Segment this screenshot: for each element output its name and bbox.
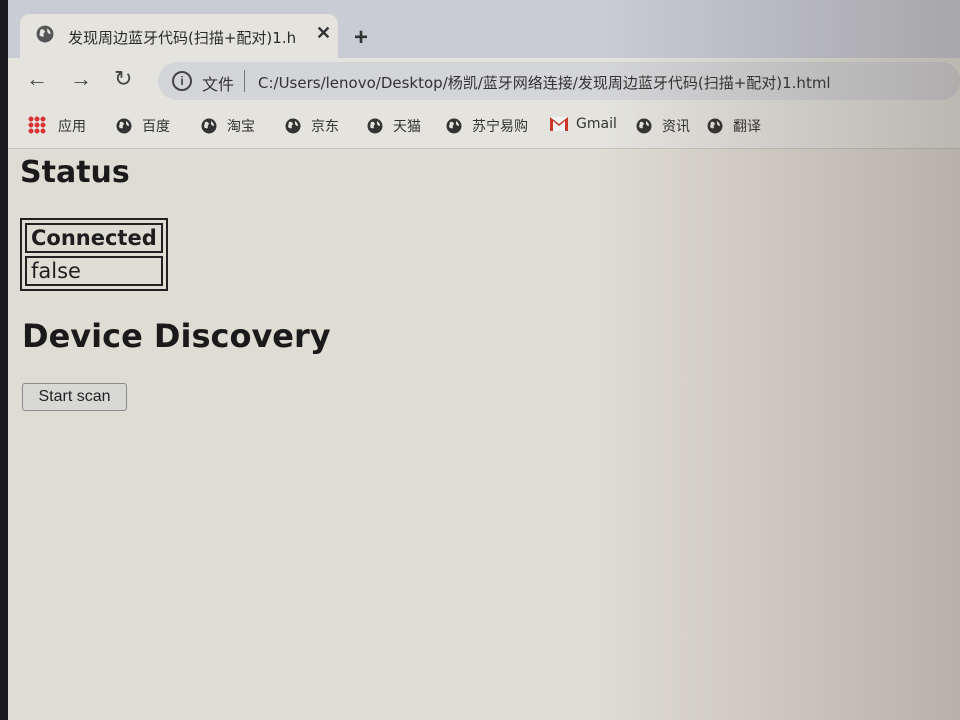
bookmark-label: 翻译 xyxy=(733,119,761,135)
scheme-label: 文件 xyxy=(202,75,235,94)
bookmark-label: 资讯 xyxy=(662,119,690,135)
new-tab-button[interactable]: + xyxy=(354,24,368,52)
bookmarks-bar: 应用 百度 淘宝 京东 天猫 苏宁易购 Gmail 资讯 翻译 xyxy=(8,104,960,149)
bookmark-label: Gmail xyxy=(576,116,617,132)
bookmark-gmail[interactable]: Gmail xyxy=(550,116,617,132)
connected-value: false xyxy=(25,256,163,286)
table-row: Connected xyxy=(25,223,163,253)
globe-icon xyxy=(446,118,462,134)
toolbar: ← → ↻ i 文件 C:/Users/lenovo/Desktop/杨凯/蓝牙… xyxy=(8,58,960,104)
apps-grid-icon xyxy=(28,116,46,134)
status-table: Connected false xyxy=(20,218,168,291)
globe-icon xyxy=(116,118,132,134)
bookmark-suning[interactable]: 苏宁易购 xyxy=(446,116,528,136)
globe-icon xyxy=(201,118,217,134)
back-arrow-icon[interactable]: ← xyxy=(26,66,48,92)
globe-icon xyxy=(36,25,54,43)
globe-icon xyxy=(707,118,723,134)
address-separator xyxy=(244,70,245,92)
bookmark-tmall[interactable]: 天猫 xyxy=(367,116,421,136)
url-text[interactable]: C:/Users/lenovo/Desktop/杨凯/蓝牙网络连接/发现周边蓝牙… xyxy=(258,72,831,93)
active-tab[interactable]: 发现周边蓝牙代码(扫描+配对)1.h ✕ xyxy=(20,14,338,58)
gmail-icon xyxy=(550,117,568,131)
tab-strip: 发现周边蓝牙代码(扫描+配对)1.h ✕ + xyxy=(8,0,960,58)
bookmark-translate[interactable]: 翻译 xyxy=(707,116,761,136)
bookmark-baidu[interactable]: 百度 xyxy=(116,116,170,136)
table-row: false xyxy=(25,256,163,286)
bookmark-label: 京东 xyxy=(311,119,339,135)
globe-icon xyxy=(367,118,383,134)
page-content: Status Connected false Device Discovery … xyxy=(8,149,960,720)
status-heading: Status xyxy=(20,155,130,190)
close-tab-icon[interactable]: ✕ xyxy=(316,23,331,44)
tab-title: 发现周边蓝牙代码(扫描+配对)1.h xyxy=(68,29,297,47)
bookmark-label: 百度 xyxy=(142,119,170,135)
bookmark-label: 天猫 xyxy=(393,119,421,135)
globe-icon xyxy=(285,118,301,134)
address-bar[interactable]: i 文件 C:/Users/lenovo/Desktop/杨凯/蓝牙网络连接/发… xyxy=(158,62,960,100)
reload-icon[interactable]: ↻ xyxy=(114,66,132,92)
bookmark-label: 应用 xyxy=(58,119,86,135)
start-scan-button[interactable]: Start scan xyxy=(22,383,127,411)
bookmark-jd[interactable]: 京东 xyxy=(285,116,339,136)
device-discovery-heading: Device Discovery xyxy=(22,317,331,355)
connected-header: Connected xyxy=(25,223,163,253)
bookmark-label: 苏宁易购 xyxy=(472,119,528,135)
browser-window: 发现周边蓝牙代码(扫描+配对)1.h ✕ + ← → ↻ i 文件 C:/Use… xyxy=(8,0,960,720)
bookmark-apps[interactable]: 应用 xyxy=(28,116,86,136)
bookmark-news[interactable]: 资讯 xyxy=(636,116,690,136)
bookmark-label: 淘宝 xyxy=(227,119,255,135)
globe-icon xyxy=(636,118,652,134)
info-icon[interactable]: i xyxy=(172,71,192,91)
bookmark-taobao[interactable]: 淘宝 xyxy=(201,116,255,136)
forward-arrow-icon[interactable]: → xyxy=(70,66,92,92)
